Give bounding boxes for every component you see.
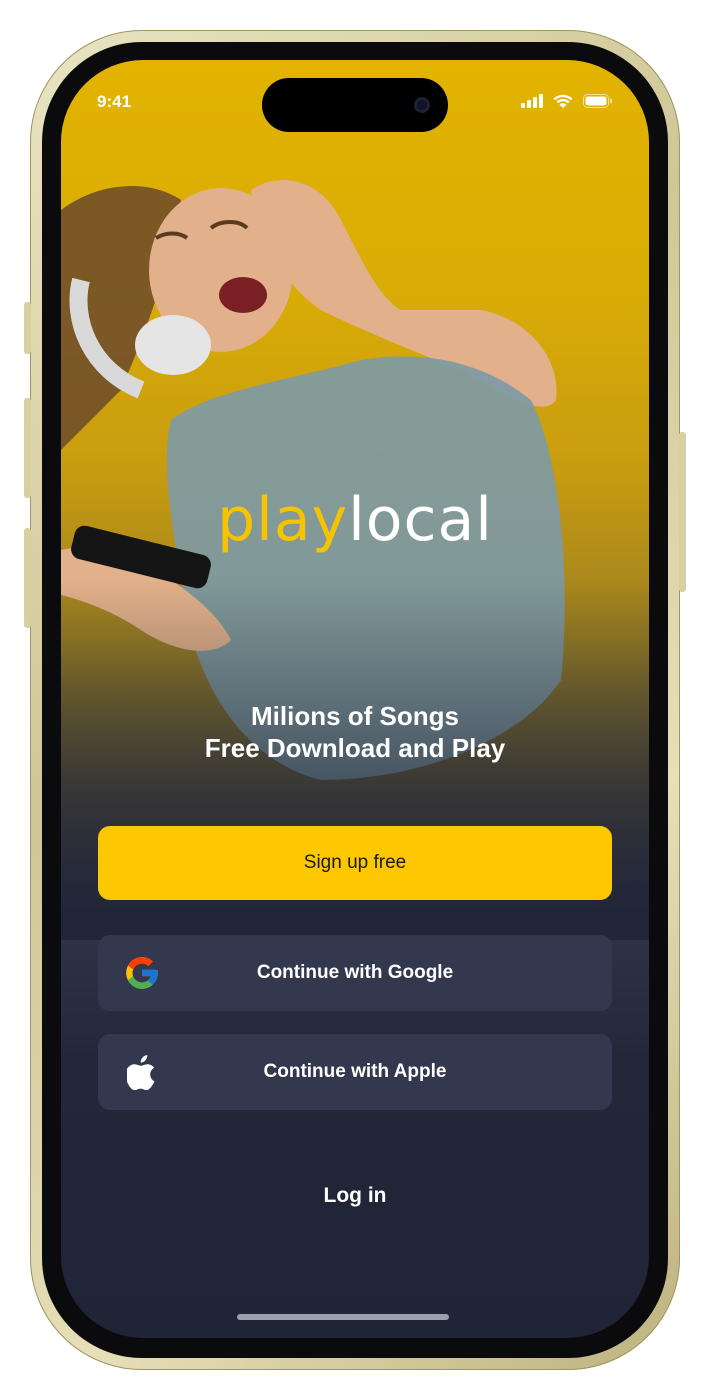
action-button — [24, 302, 31, 354]
status-icons — [521, 93, 613, 109]
wifi-icon — [553, 94, 573, 108]
sign-up-label: Sign up free — [303, 852, 407, 873]
volume-down-button — [24, 528, 31, 628]
home-indicator[interactable] — [237, 1314, 449, 1320]
logo-play-text: play — [217, 485, 349, 555]
status-time: 9:41 — [97, 92, 132, 111]
battery-icon — [583, 94, 612, 108]
google-icon — [122, 953, 162, 993]
tagline-line-1: Milions of Songs — [251, 701, 459, 731]
dynamic-island — [262, 78, 448, 132]
app-screen: 9:41 playlocal Milions of Songs Free Dow… — [61, 60, 649, 1338]
log-in-link[interactable]: Log in — [61, 1184, 649, 1208]
apple-button-label: Continue with Apple — [263, 1061, 447, 1082]
logo-local-text: local — [348, 485, 493, 555]
volume-up-button — [24, 398, 31, 498]
continue-with-apple-button[interactable]: Continue with Apple — [98, 1034, 612, 1110]
app-logo: playlocal — [61, 480, 649, 560]
continue-with-google-button[interactable]: Continue with Google — [98, 935, 612, 1011]
tagline-line-2: Free Download and Play — [204, 733, 506, 763]
tagline: Milions of Songs Free Download and Play — [61, 700, 649, 764]
sign-up-button[interactable]: Sign up free — [98, 826, 612, 900]
cellular-signal-icon — [521, 94, 543, 108]
power-button — [679, 432, 686, 592]
front-camera — [414, 97, 430, 113]
google-button-label: Continue with Google — [256, 962, 454, 983]
apple-icon — [122, 1052, 162, 1092]
